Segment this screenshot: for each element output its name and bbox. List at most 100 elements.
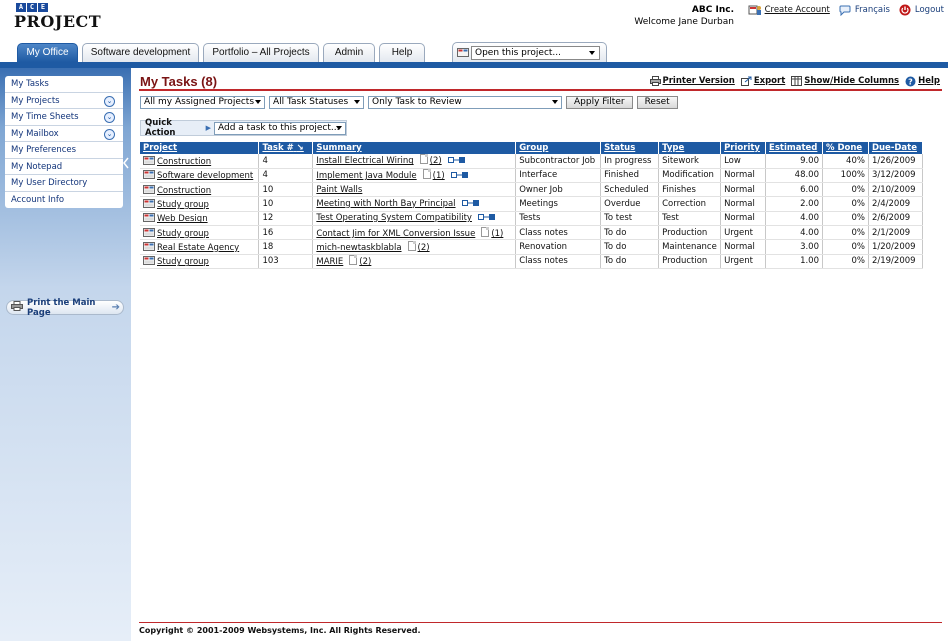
review-filter-select[interactable]: Only Task to Review (368, 95, 562, 109)
logout-link[interactable]: Logout (898, 4, 944, 16)
create-account-link[interactable]: Create Account (748, 4, 830, 16)
cell-status: To do (600, 239, 660, 255)
expand-chevron-icon[interactable]: ⌄ (104, 95, 115, 107)
sidebar-item-my-mailbox[interactable]: My Mailbox ⌄ (5, 126, 123, 142)
language-label: Français (854, 5, 890, 15)
expand-chevron-icon[interactable]: ⌄ (104, 112, 115, 123)
task-summary-link[interactable]: mich-newtaskblabla (316, 243, 401, 253)
sidebar-item-my-preferences[interactable]: My Preferences (5, 142, 123, 159)
printer-version-link[interactable]: Printer Version (649, 76, 735, 86)
sidebar-item-my-tasks[interactable]: My Tasks (5, 76, 123, 93)
sidebar-item-my-time-sheets[interactable]: My Time Sheets ⌄ (5, 109, 123, 126)
project-link[interactable]: Construction (157, 186, 211, 196)
column-project[interactable]: Project (140, 142, 260, 154)
project-link[interactable]: Software development (157, 171, 253, 181)
project-link[interactable]: Construction (157, 157, 211, 167)
expand-chevron-icon[interactable]: ⌄ (104, 128, 115, 140)
column-group[interactable]: Group (515, 142, 602, 154)
column-task-number[interactable]: Task # ↘ (258, 142, 314, 154)
reset-button[interactable]: Reset (636, 95, 678, 109)
column-summary[interactable]: Summary (312, 142, 517, 154)
project-link[interactable]: Web Design (157, 214, 208, 224)
cell-priority: Urgent (720, 225, 767, 241)
dependency-link-icon[interactable] (477, 213, 495, 224)
cell-status: Overdue (600, 196, 660, 212)
task-summary-link[interactable]: Implement Java Module (316, 171, 416, 181)
column-status[interactable]: Status (600, 142, 660, 154)
sidebar-item-my-notepad[interactable]: My Notepad (5, 159, 123, 175)
cell-group: Class notes (515, 254, 602, 269)
sidebar-item-label: My Tasks (11, 79, 49, 89)
language-link[interactable]: Français (838, 4, 890, 16)
documents-count-link[interactable]: (2) (359, 257, 371, 267)
project-link[interactable]: Real Estate Agency (157, 243, 239, 253)
sidebar-item-my-projects[interactable]: My Projects ⌄ (5, 93, 123, 109)
sidebar-item-my-user-directory[interactable]: My User Directory (5, 175, 123, 192)
sidebar-item-label: My Preferences (11, 145, 77, 155)
show-hide-columns-link[interactable]: Show/Hide Columns (791, 76, 899, 86)
task-summary-link[interactable]: MARIE (316, 257, 343, 267)
task-summary-link[interactable]: Contact Jim for XML Conversion Issue (316, 229, 475, 239)
cell-type: Test (658, 211, 722, 226)
tab-my-office[interactable]: My Office (17, 43, 78, 62)
quick-action-select[interactable]: Add a task to this project... (214, 121, 346, 135)
export-icon (740, 76, 752, 86)
column-type[interactable]: Type (658, 142, 722, 154)
project-link[interactable]: Study group (157, 229, 209, 239)
cell-estimated: 4.00 (765, 211, 823, 226)
collapse-sidebar-icon[interactable] (123, 156, 129, 170)
cell-estimated: 48.00 (765, 168, 823, 184)
open-project-select[interactable]: Open this project... (471, 46, 600, 60)
project-link[interactable]: Study group (157, 200, 209, 210)
cell-summary: MARIE (2) (312, 254, 517, 269)
quick-action-label: Quick Action (145, 118, 176, 138)
title-rule (139, 89, 942, 91)
cell-type: Sitework (658, 154, 722, 169)
page-actions: Printer Version Export Show/Hide Columns… (649, 76, 940, 86)
sidebar: My Tasks My Projects ⌄ My Time Sheets ⌄ My Ma… (0, 68, 131, 641)
tab-admin[interactable]: Admin (323, 43, 375, 62)
dependency-link-icon[interactable] (450, 171, 468, 182)
cell-percent-done: 0% (822, 239, 869, 255)
cell-estimated: 1.00 (765, 254, 823, 269)
cell-due-date: 2/4/2009 (868, 196, 924, 212)
cell-group: Tests (515, 211, 602, 226)
cell-project: Construction (140, 182, 260, 198)
help-link[interactable]: ? Help (905, 76, 940, 86)
export-link[interactable]: Export (740, 76, 785, 86)
task-summary-link[interactable]: Install Electrical Wiring (316, 156, 413, 166)
apply-filter-button[interactable]: Apply Filter (566, 95, 633, 109)
play-arrow-icon: ▶ (205, 124, 211, 132)
column-due-date[interactable]: Due-Date (868, 142, 924, 154)
footer-rule (139, 622, 942, 623)
app-logo[interactable]: ACE PROJECT (14, 3, 101, 31)
documents-count-link[interactable]: (2) (418, 243, 430, 253)
cell-summary: mich-newtaskblabla (2) (312, 239, 517, 255)
documents-count-link[interactable]: (1) (433, 171, 445, 181)
tab-help[interactable]: Help (379, 43, 425, 62)
project-link[interactable]: Study group (157, 257, 209, 267)
column-estimated[interactable]: Estimated (765, 142, 823, 154)
tab-software-development[interactable]: Software development (82, 43, 199, 62)
print-main-page-button[interactable]: Print the Main Page ➔ (6, 298, 124, 318)
logout-label: Logout (914, 5, 944, 15)
project-icon (143, 212, 155, 223)
column-percent-done[interactable]: % Done (822, 142, 869, 154)
documents-count-link[interactable]: (2) (430, 156, 442, 166)
top-links: Create Account Français Logout (748, 4, 944, 16)
column-priority[interactable]: Priority (720, 142, 767, 154)
task-summary-link[interactable]: Paint Walls (316, 185, 362, 195)
cell-group: Renovation (515, 239, 602, 255)
projects-filter-select[interactable]: All my Assigned Projects (140, 95, 265, 109)
sidebar-item-account-info[interactable]: Account Info (5, 192, 123, 209)
task-summary-link[interactable]: Meeting with North Bay Principal (316, 199, 455, 209)
status-filter-select[interactable]: All Task Statuses (269, 95, 364, 109)
dependency-link-icon[interactable] (447, 156, 465, 167)
task-summary-link[interactable]: Test Operating System Compatibility (316, 213, 472, 223)
cell-estimated: 6.00 (765, 182, 823, 198)
documents-count-link[interactable]: (1) (491, 229, 503, 239)
cell-type: Production (658, 225, 722, 241)
dependency-link-icon[interactable] (461, 199, 479, 210)
review-filter-value: Only Task to Review (372, 96, 462, 107)
tab-portfolio[interactable]: Portfolio – All Projects (203, 43, 319, 62)
